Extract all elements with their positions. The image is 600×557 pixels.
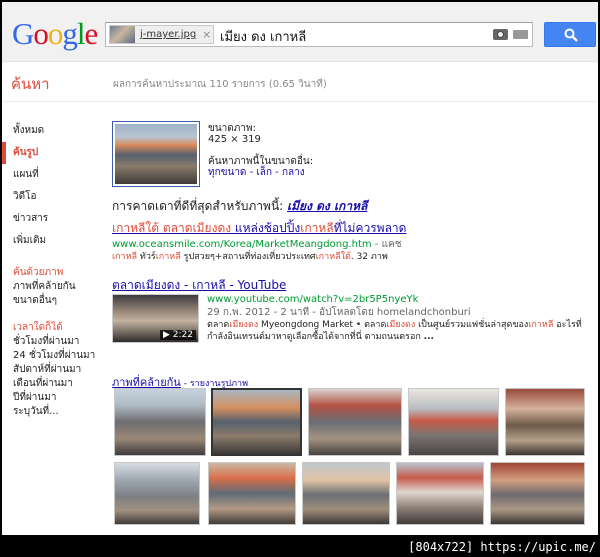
nav-item-videos[interactable]: วิดีโอ [2,186,102,208]
nav-other-sizes[interactable]: ขนาดอื่นๆ [2,294,102,308]
snippet-part: ตลาด [207,320,230,330]
snippet-part: ... [423,332,434,342]
result-title-part: เกาหลี [192,278,226,292]
chip-thumbnail [110,26,135,43]
time-filter-item[interactable]: สัปดาห์ที่ผ่านมา [2,363,102,377]
video-duration-badge: ▶ 2:22 [159,330,196,340]
result-title-part: ตลาดเมียงดง [112,278,181,292]
left-nav: ทั้งหมด ค้นรูป แผนที่ วิดีโอ ข่าวสาร เพิ… [2,120,102,419]
play-icon: ▶ [162,330,173,340]
result-title-part: ที่ไม่ควรพลาด [333,221,407,235]
snippet-part: Myeongdong Market • ตลาด [258,320,387,330]
browser-page: Google j-mayer.jpg × เมียง ดง เกาหลี ค้น… [2,2,598,535]
search-input[interactable]: j-mayer.jpg × เมียง ดง เกาหลี [105,22,533,47]
result-title[interactable]: เกาหลีใต้ ตลาดเมียงดง แหล่งช้อปปิ้งเกาหล… [112,219,406,238]
size-links[interactable]: ทุกขนาด - เล็ก - กลาง [208,167,313,178]
best-guess: การคาดเดาที่ดีที่สุดสำหรับภาพนี้: เมียง … [112,197,367,216]
keyboard-icon[interactable] [513,30,528,39]
logo-letter: l [76,16,86,51]
snippet-part: เมียงดง [386,320,416,330]
nav-item-news[interactable]: ข่าวสาร [2,208,102,230]
cached-link[interactable]: - แคช [372,239,402,250]
nav-item-more[interactable]: เพิ่มเติม [2,230,102,252]
result-url: www.youtube.com/watch?v=2br5P5nyeYk [207,294,419,305]
nav-item-maps[interactable]: แผนที่ [2,164,102,186]
result-title-part: - YouTube [225,278,287,292]
close-icon[interactable]: × [202,28,211,41]
image-size-value: 425 × 319 [208,134,261,145]
image-info: ขนาดภาพ: 425 × 319 ค้นหาภาพนี้ในขนาดอื่น… [208,123,313,178]
snippet-part: เป็นศูนย์รวมแฟชั่นล่าสุดของ [415,320,529,330]
result-title-part: เกาหลี [300,221,334,235]
google-logo[interactable]: Google [12,16,99,52]
result-snippet: เกาหลี ทัวร์เกาหลี รูปสวยๆ+สถานที่ท่องเท… [112,251,406,263]
street-photo [115,124,197,184]
snippet-part: เกาหลี [528,320,554,330]
similar-image-thumbnail[interactable] [308,388,402,456]
result-snippet: ตลาดเมียงดง Myeongdong Market • ตลาดเมีย… [207,319,592,343]
similar-image-thumbnail[interactable] [396,462,484,525]
time-filter-item[interactable]: ชั่วโมงที่ผ่านมา [2,335,102,349]
search-header: Google j-mayer.jpg × เมียง ดง เกาหลี [2,2,598,62]
time-filter-item[interactable]: เดือนที่ผ่านมา [2,377,102,391]
result-title-part: - [180,278,193,292]
snippet-part: รูปสวยๆ+สถานที่ท่องเที่ยวประเทศ [180,252,316,262]
similar-image-thumbnail[interactable] [408,388,499,456]
video-result: ตลาดเมียงดง - เกาหลี - YouTube ▶ 2:22 ww… [112,276,592,351]
best-guess-link[interactable]: เมียง ดง เกาหลี [287,199,367,213]
nav-similar-images[interactable]: ภาพที่คล้ายกัน [2,280,102,294]
snippet-part: เมียงดง [229,320,259,330]
section-title: ค้นหา [11,75,50,93]
logo-letter: e [84,16,99,51]
similar-image-thumbnail[interactable] [505,388,585,456]
similar-image-thumbnail[interactable] [208,462,296,525]
similar-image-thumbnail[interactable] [114,388,206,456]
snippet-part: เกาหลี [112,252,138,262]
logo-letter: o [33,16,48,51]
watermark: [804x722] https://upic.me/ [408,540,596,554]
image-size-label: ขนาดภาพ: [208,123,256,134]
search-query-text[interactable]: เมียง ดง เกาหลี [220,26,306,47]
nav-item-all[interactable]: ทั้งหมด [2,120,102,142]
video-meta: www.youtube.com/watch?v=2br5P5nyeYk 29 ก… [207,293,592,343]
snippet-part: เกาหลีใต้ [315,252,351,262]
logo-letter: G [12,16,34,51]
search-by-image-heading[interactable]: ค้นด้วยภาพ [2,266,102,280]
result-stats: ผลการค้นหาประมาณ 110 รายการ (0.65 วินาที… [113,79,327,90]
snippet-part: เกาหลี [155,252,181,262]
time-filter-heading[interactable]: เวลาใดก็ได้ [2,321,102,335]
similar-image-thumbnail[interactable] [490,462,585,525]
video-meta-line: 29 ก.พ. 2012 - 2 นาที - อัปโหลดโดย homel… [207,307,471,318]
nav-item-images[interactable]: ค้นรูป [2,142,102,164]
query-image-chip[interactable]: j-mayer.jpg × [109,25,214,44]
logo-letter: o [47,16,63,51]
video-thumbnail[interactable]: ▶ 2:22 [112,294,199,343]
time-filter-item[interactable]: 24 ชั่วโมงที่ผ่านมา [2,349,102,363]
other-sizes-label: ค้นหาภาพนี้ในขนาดอื่น: [208,156,314,167]
best-guess-prefix: การคาดเดาที่ดีที่สุดสำหรับภาพนี้: [112,199,284,213]
logo-letter: g [62,16,77,51]
result-title-part: ตลาดเมียงดง [162,221,232,235]
result-url-text: www.oceansmile.com/Korea/MarketMeangdong… [112,239,372,250]
time-filter-item[interactable]: ระบุวันที่... [2,405,102,419]
similar-image-thumbnail[interactable] [302,462,390,525]
results-toolbar: ค้นหา ผลการค้นหาประมาณ 110 รายการ (0.65 … [2,63,598,102]
similar-image-thumbnail[interactable] [114,462,200,525]
result-url: www.oceansmile.com/Korea/MarketMeangdong… [112,238,406,251]
time-filter-item[interactable]: ปีที่ผ่านมา [2,391,102,405]
search-icon [564,28,578,42]
search-button[interactable] [544,22,596,47]
similar-image-thumbnail[interactable] [211,388,302,456]
snippet-part: ทัวร์ [137,252,156,262]
camera-icon[interactable] [493,29,508,40]
result-title-part: เกาหลีใต้ [112,221,160,235]
chip-filename[interactable]: j-mayer.jpg [140,29,196,40]
video-duration: 2:22 [172,330,193,340]
search-result: เกาหลีใต้ ตลาดเมียงดง แหล่งช้อปปิ้งเกาหล… [112,219,406,263]
query-image-thumbnail[interactable] [112,121,200,187]
snippet-part: . 32 ภาพ [350,252,388,262]
result-title-part: แหล่งช้อปปิ้ง [231,221,301,235]
